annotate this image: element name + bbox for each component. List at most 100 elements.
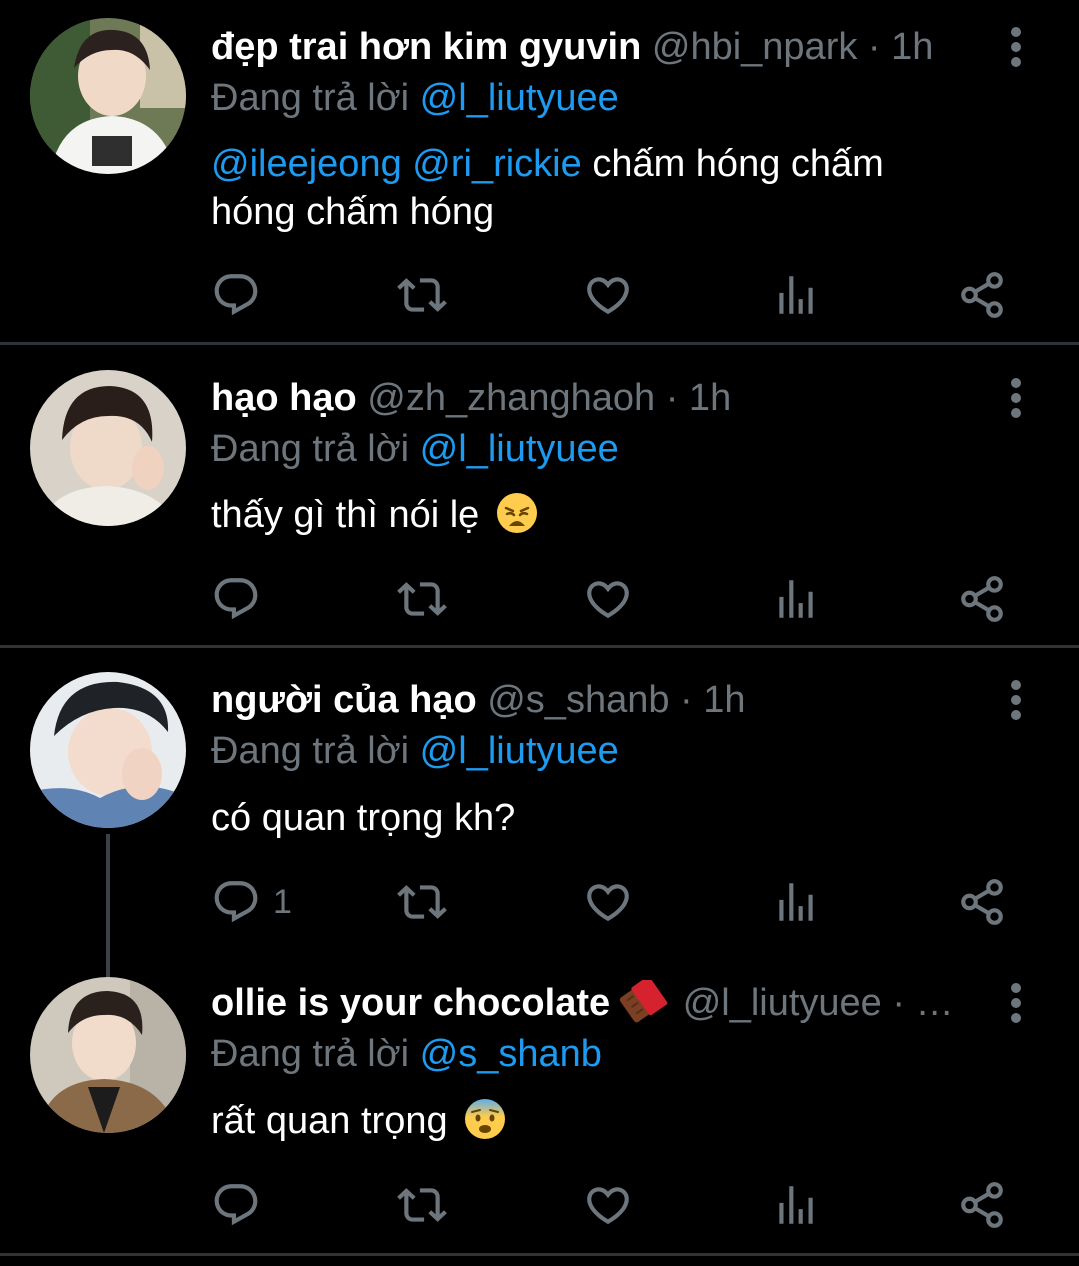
reply-icon — [211, 574, 261, 624]
action-bar — [211, 1180, 1011, 1230]
replying-to-label: Đang trả lời — [211, 428, 410, 470]
replying-to-mention[interactable]: @s_shanb — [420, 1033, 602, 1075]
reply-button[interactable]: 1 — [211, 877, 292, 927]
display-name[interactable]: ollie is your chocolate — [211, 982, 610, 1024]
tweet[interactable]: hạo hạo @zh_zhanghaoh · 1h Đang trả lời … — [0, 345, 1079, 645]
avatar[interactable] — [30, 977, 186, 1133]
retweet-icon — [397, 877, 447, 927]
tweet-text: có quan trọng kh? — [211, 794, 991, 842]
reply-icon — [211, 270, 261, 320]
like-button[interactable] — [583, 270, 633, 320]
reply-icon — [211, 877, 261, 927]
action-bar — [211, 574, 1011, 624]
avatar[interactable] — [30, 672, 186, 828]
handle-and-time: @hbi_npark · 1h — [651, 26, 934, 68]
tweet-body: rất quan trọng — [211, 1100, 448, 1142]
handle-and-time: @s_shanb · 1h — [487, 679, 746, 721]
share-icon — [957, 574, 1007, 624]
views-button[interactable] — [771, 877, 821, 927]
more-options-button[interactable] — [996, 24, 1036, 70]
display-name[interactable]: đẹp trai hơn kim gyuvin — [211, 26, 641, 68]
tweet-text: thấy gì thì nói lẹ — [211, 491, 991, 540]
mention-link[interactable]: @ileejeong — [211, 143, 402, 185]
reply-button[interactable] — [211, 270, 273, 320]
like-icon — [583, 877, 633, 927]
display-name[interactable]: người của hạo — [211, 679, 477, 721]
tweet[interactable]: đẹp trai hơn kim gyuvin @hbi_npark · 1h … — [0, 0, 1079, 344]
views-icon — [771, 574, 821, 624]
like-icon — [583, 574, 633, 624]
retweet-button[interactable] — [397, 1180, 447, 1230]
share-button[interactable] — [957, 270, 1007, 320]
tweet-header: ollie is your chocolate @l_liutyuee · … — [211, 980, 981, 1026]
chocolate-bar-icon — [616, 980, 668, 1024]
views-icon — [771, 270, 821, 320]
views-button[interactable] — [771, 574, 821, 624]
reply-button[interactable] — [211, 574, 273, 624]
replying-to-label: Đang trả lời — [211, 730, 410, 772]
thread-connector — [106, 953, 110, 977]
more-icon — [996, 980, 1036, 1026]
share-button[interactable] — [957, 1180, 1007, 1230]
reply-button[interactable] — [211, 1180, 273, 1230]
replying-to: Đang trả lời @l_liutyuee — [211, 728, 619, 774]
tweet-text: @ileejeong @ri_rickie chấm hóng chấm hón… — [211, 140, 971, 236]
handle-and-time: @l_liutyuee · … — [682, 982, 954, 1024]
tweet-body: có quan trọng kh? — [211, 797, 516, 839]
replying-to: Đang trả lời @l_liutyuee — [211, 75, 619, 121]
reply-count: 1 — [273, 882, 292, 921]
thread-connector — [106, 834, 110, 953]
share-icon — [957, 877, 1007, 927]
action-bar: 1 — [211, 877, 1011, 927]
tweet-header: người của hạo @s_shanb · 1h — [211, 677, 981, 723]
views-icon — [771, 1180, 821, 1230]
avatar[interactable] — [30, 18, 186, 174]
more-icon — [996, 375, 1036, 421]
replying-to-label: Đang trả lời — [211, 77, 410, 119]
handle-and-time: @zh_zhanghaoh · 1h — [367, 377, 732, 419]
display-name[interactable]: hạo hạo — [211, 377, 357, 419]
share-button[interactable] — [957, 574, 1007, 624]
replying-to-mention[interactable]: @l_liutyuee — [420, 730, 619, 772]
like-button[interactable] — [583, 1180, 633, 1230]
retweet-icon — [397, 574, 447, 624]
divider — [0, 1253, 1079, 1256]
tweet-text: rất quan trọng — [211, 1097, 991, 1146]
tweet[interactable]: ollie is your chocolate @l_liutyuee · … … — [0, 953, 1079, 1253]
retweet-button[interactable] — [397, 270, 447, 320]
tweet-header: đẹp trai hơn kim gyuvin @hbi_npark · 1h — [211, 24, 981, 70]
tweet-header: hạo hạo @zh_zhanghaoh · 1h — [211, 375, 981, 421]
views-button[interactable] — [771, 1180, 821, 1230]
replying-to-mention[interactable]: @l_liutyuee — [420, 428, 619, 470]
like-button[interactable] — [583, 574, 633, 624]
mention-link[interactable]: @ri_rickie — [412, 143, 581, 185]
like-icon — [583, 270, 633, 320]
anxious-face-icon — [462, 1096, 508, 1142]
reply-icon — [211, 1180, 261, 1230]
retweet-icon — [397, 1180, 447, 1230]
like-button[interactable] — [583, 877, 633, 927]
views-button[interactable] — [771, 270, 821, 320]
replying-to-mention[interactable]: @l_liutyuee — [420, 77, 619, 119]
replying-to-label: Đang trả lời — [211, 1033, 410, 1075]
retweet-button[interactable] — [397, 877, 447, 927]
replying-to: Đang trả lời @s_shanb — [211, 1031, 602, 1077]
tweet-body: thấy gì thì nói lẹ — [211, 494, 480, 536]
share-icon — [957, 270, 1007, 320]
more-icon — [996, 677, 1036, 723]
retweet-button[interactable] — [397, 574, 447, 624]
more-options-button[interactable] — [996, 980, 1036, 1026]
weary-face-icon — [494, 490, 540, 536]
tweet[interactable]: người của hạo @s_shanb · 1h Đang trả lời… — [0, 648, 1079, 953]
avatar[interactable] — [30, 370, 186, 526]
more-options-button[interactable] — [996, 677, 1036, 723]
retweet-icon — [397, 270, 447, 320]
action-bar — [211, 270, 1011, 320]
share-button[interactable] — [957, 877, 1007, 927]
replying-to: Đang trả lời @l_liutyuee — [211, 426, 619, 472]
share-icon — [957, 1180, 1007, 1230]
views-icon — [771, 877, 821, 927]
like-icon — [583, 1180, 633, 1230]
more-icon — [996, 24, 1036, 70]
more-options-button[interactable] — [996, 375, 1036, 421]
